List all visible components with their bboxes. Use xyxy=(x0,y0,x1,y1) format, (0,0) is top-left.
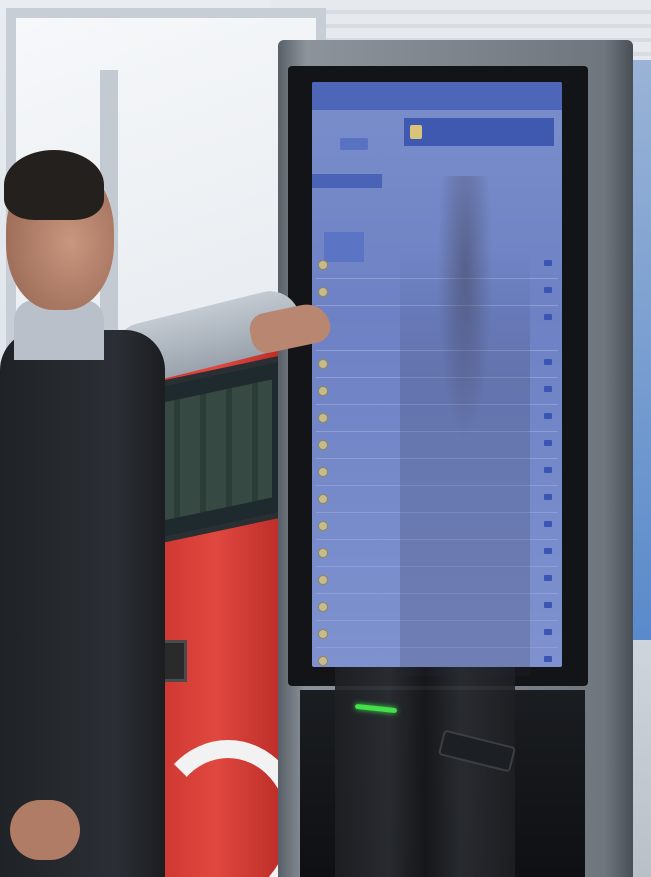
list-item[interactable] xyxy=(316,306,558,351)
list-item-icon xyxy=(318,521,328,531)
list-item-badge xyxy=(544,260,552,266)
list-item-icon xyxy=(318,413,328,423)
list-item-badge xyxy=(544,413,552,419)
list-item-badge xyxy=(544,548,552,554)
list-item-icon xyxy=(318,575,328,585)
list-item-icon xyxy=(318,287,328,297)
touch-screen[interactable] xyxy=(312,82,562,667)
list-item-badge xyxy=(544,314,552,320)
screen-menu-button[interactable] xyxy=(340,138,368,150)
list-item-icon xyxy=(318,548,328,558)
list-item-badge xyxy=(544,656,552,662)
list-item-icon xyxy=(318,656,328,666)
list-item[interactable] xyxy=(316,621,558,648)
list-item[interactable] xyxy=(316,648,558,667)
screen-header xyxy=(312,82,562,110)
list-item[interactable] xyxy=(316,351,558,378)
list-item-badge xyxy=(544,629,552,635)
list-item[interactable] xyxy=(316,486,558,513)
list-item-icon xyxy=(318,260,328,270)
photo-scene xyxy=(0,0,651,877)
list-item-icon xyxy=(318,359,328,369)
list-item[interactable] xyxy=(316,513,558,540)
list-item[interactable] xyxy=(316,594,558,621)
list-item-badge xyxy=(544,602,552,608)
list-item[interactable] xyxy=(316,405,558,432)
list-item-badge xyxy=(544,494,552,500)
list-item-badge xyxy=(544,440,552,446)
list-item[interactable] xyxy=(316,432,558,459)
list-item[interactable] xyxy=(316,378,558,405)
list-item-badge xyxy=(544,287,552,293)
list-item-icon xyxy=(318,467,328,477)
person-left-hand xyxy=(10,800,80,860)
screen-side-menu-item[interactable] xyxy=(312,174,382,188)
list-item[interactable] xyxy=(316,279,558,306)
list-item-icon xyxy=(318,602,328,612)
list-item-badge xyxy=(544,575,552,581)
list-item-badge xyxy=(544,467,552,473)
emblem-icon xyxy=(410,125,422,139)
screen-list xyxy=(316,252,558,667)
list-item[interactable] xyxy=(316,459,558,486)
screen-banner xyxy=(404,118,554,146)
list-item[interactable] xyxy=(316,540,558,567)
list-item-icon xyxy=(318,386,328,396)
person-torso xyxy=(0,330,165,877)
list-item-badge xyxy=(544,521,552,527)
list-item-icon xyxy=(318,494,328,504)
list-item-icon xyxy=(318,629,328,639)
list-item[interactable] xyxy=(316,252,558,279)
list-item-badge xyxy=(544,359,552,365)
person-hair xyxy=(4,150,104,220)
list-item[interactable] xyxy=(316,567,558,594)
list-item-icon xyxy=(318,440,328,450)
list-item-badge xyxy=(544,386,552,392)
